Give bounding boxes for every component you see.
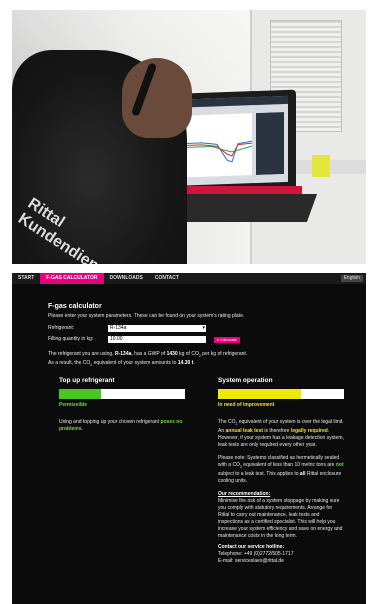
result-text: As a result, the CO [48,360,91,366]
filling-row: Filling quantity in kg: 10.00 ▸ Calculat… [48,335,348,344]
chevron-down-icon: ▾ [202,325,205,331]
result-text: equivalent of your system amounts to [92,360,178,366]
technician: Rittal Kundendienst [12,50,192,264]
note-text: equivalent of less than 10 metric tons a… [241,462,336,468]
nav-start[interactable]: START [12,273,40,284]
technician-head [122,58,192,138]
recommendation-title: Our recommendation: [218,491,271,497]
top-up-meter [59,389,185,399]
filling-label: Filling quantity in kg: [48,336,94,342]
nav-downloads[interactable]: DOWNLOADS [104,273,149,284]
filling-quantity-input[interactable]: 10.00 [108,336,206,343]
contact-title: Contact our service hotline: [218,544,285,550]
refrigerant-value: R-134a [110,325,127,331]
top-up-status: Permissible [59,402,88,408]
legal-limit-text: The CO2 equivalent of your system is ove… [218,419,344,448]
result-co2-equivalent: 14.30 t [177,360,194,366]
legal-text: is therefore [263,428,291,434]
note-text: subject to a leak test. This applies to [218,471,300,477]
result-text: , has a GWP of [131,351,167,357]
calculator-form: F-gas calculator Please enter your syste… [48,303,348,369]
top-up-text-main: Using and topping up your chosen refrige… [59,419,161,425]
hero-photo: Rittal Kundendienst [12,10,366,264]
top-up-text: Using and topping up your chosen refrige… [59,419,185,433]
system-operation-heading: System operation [218,377,273,384]
hermetic-note: Please note: Systems classified as herme… [218,455,344,484]
calculate-button-label: Calculate [220,336,237,342]
calculate-button[interactable]: ▸ Calculate [214,336,240,343]
leak-detection-text: However, if your system has a leakage de… [218,435,344,448]
page-title: F-gas calculator [48,303,102,310]
result-text: kg of CO [177,351,199,357]
system-operation-meter-fill [218,389,302,399]
refrigerant-select[interactable]: R-134a ▾ [108,325,206,332]
result-gwp: 1430 [166,351,178,357]
fgas-calculator-page: START F-GAS CALCULATOR DOWNLOADS CONTACT… [12,273,366,604]
result-text: per kg of refrigerant. [200,351,248,357]
top-up-heading: Top up refrigerant [59,377,115,384]
refrigerant-label: Refrigerant: [48,325,75,331]
result-refrigerant: R-134a [114,351,132,357]
note-not: not [335,462,344,468]
result-line-1: The refrigerant you are using, R-134a, h… [48,351,248,358]
result-text: The refrigerant you are using, [48,351,115,357]
system-operation-meter [218,389,344,399]
cabinet-label [312,155,330,177]
shirt-print: Rittal Kundendienst [14,195,114,264]
contact-phone: Telephone: +49 (0)2772/505-1717 [218,551,294,557]
system-operation-panel: System operation In need of improvement … [218,377,344,571]
language-selector[interactable]: English [340,275,363,282]
top-up-panel: Top up refrigerant Permissible Using and… [59,377,185,439]
intro-text: Please enter your system parameters. The… [48,313,245,319]
nav-contact[interactable]: CONTACT [149,273,185,284]
contact-email[interactable]: E-mail: serviceslaes@rittal.de [218,558,284,564]
contact-block: Contact our service hotline: Telephone: +… [218,544,344,565]
laptop-keyboard [166,194,318,222]
annual-leak-test: annual leak test [225,428,264,434]
legal-text: . [327,428,330,434]
legally-required: legally required [290,428,328,434]
recommendation-text: Minimise the risk of a system stoppage b… [218,498,343,539]
top-up-meter-fill [59,389,101,399]
recommendation: Our recommendation: Minimise the risk of … [218,491,344,540]
nav-fgas-calculator[interactable]: F-GAS CALCULATOR [40,273,104,284]
refrigerant-row: Refrigerant: R-134a ▾ [48,324,348,333]
top-nav: START F-GAS CALCULATOR DOWNLOADS CONTACT… [12,273,366,284]
system-operation-status: In need of improvement [218,402,275,408]
result-text: . [193,360,195,366]
legal-text: The CO [218,419,236,425]
result-line-2: As a result, the CO2 equivalent of your … [48,360,195,367]
